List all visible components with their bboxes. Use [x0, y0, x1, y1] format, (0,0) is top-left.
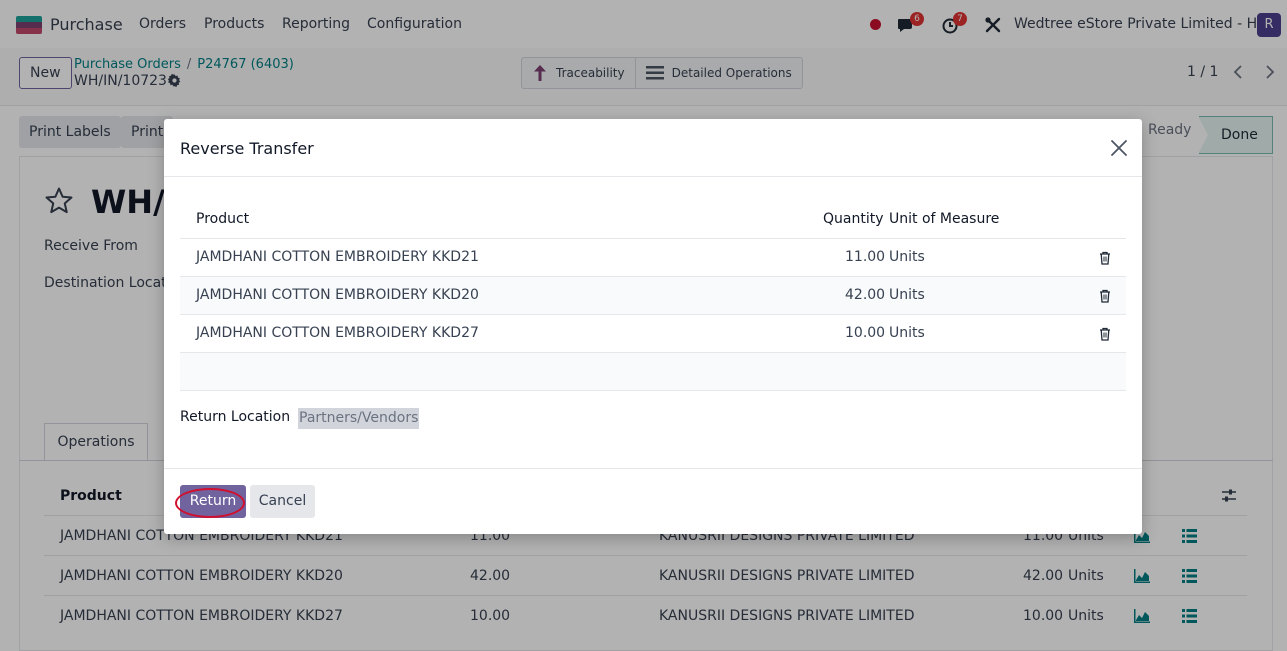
row-uom: Units	[889, 325, 925, 341]
row-quantity[interactable]: 42.00	[845, 287, 885, 303]
close-icon[interactable]	[1110, 139, 1128, 157]
row-quantity[interactable]: 10.00	[845, 325, 885, 341]
table-row[interactable]: JAMDHANI COTTON EMBROIDERY KKD27 10.00 U…	[180, 315, 1126, 353]
col-quantity: Quantity	[823, 211, 884, 227]
trash-icon[interactable]	[1099, 289, 1111, 303]
return-location-field[interactable]: Partners/Vendors	[298, 408, 420, 429]
col-unit-of-measure: Unit of Measure	[889, 211, 1000, 227]
return-button[interactable]: Return	[180, 485, 246, 518]
modal-footer: Return Cancel	[164, 468, 1142, 534]
trash-icon[interactable]	[1099, 327, 1111, 341]
row-product: JAMDHANI COTTON EMBROIDERY KKD20	[196, 287, 479, 303]
row-uom: Units	[889, 249, 925, 265]
row-quantity[interactable]: 11.00	[845, 249, 885, 265]
empty-table-row	[180, 353, 1126, 391]
table-row[interactable]: JAMDHANI COTTON EMBROIDERY KKD20 42.00 U…	[180, 277, 1126, 315]
row-product: JAMDHANI COTTON EMBROIDERY KKD27	[196, 325, 479, 341]
trash-icon[interactable]	[1099, 251, 1111, 265]
table-footer-divider	[180, 390, 1126, 391]
row-product: JAMDHANI COTTON EMBROIDERY KKD21	[196, 249, 479, 265]
cancel-button[interactable]: Cancel	[250, 485, 315, 518]
modal-header: Reverse Transfer	[164, 119, 1142, 177]
col-product: Product	[196, 211, 250, 227]
row-uom: Units	[889, 287, 925, 303]
reverse-transfer-dialog: Reverse Transfer Product Quantity Unit o…	[164, 119, 1142, 534]
return-location-label: Return Location	[180, 409, 291, 425]
modal-title: Reverse Transfer	[180, 139, 314, 158]
table-row[interactable]: JAMDHANI COTTON EMBROIDERY KKD21 11.00 U…	[180, 239, 1126, 277]
